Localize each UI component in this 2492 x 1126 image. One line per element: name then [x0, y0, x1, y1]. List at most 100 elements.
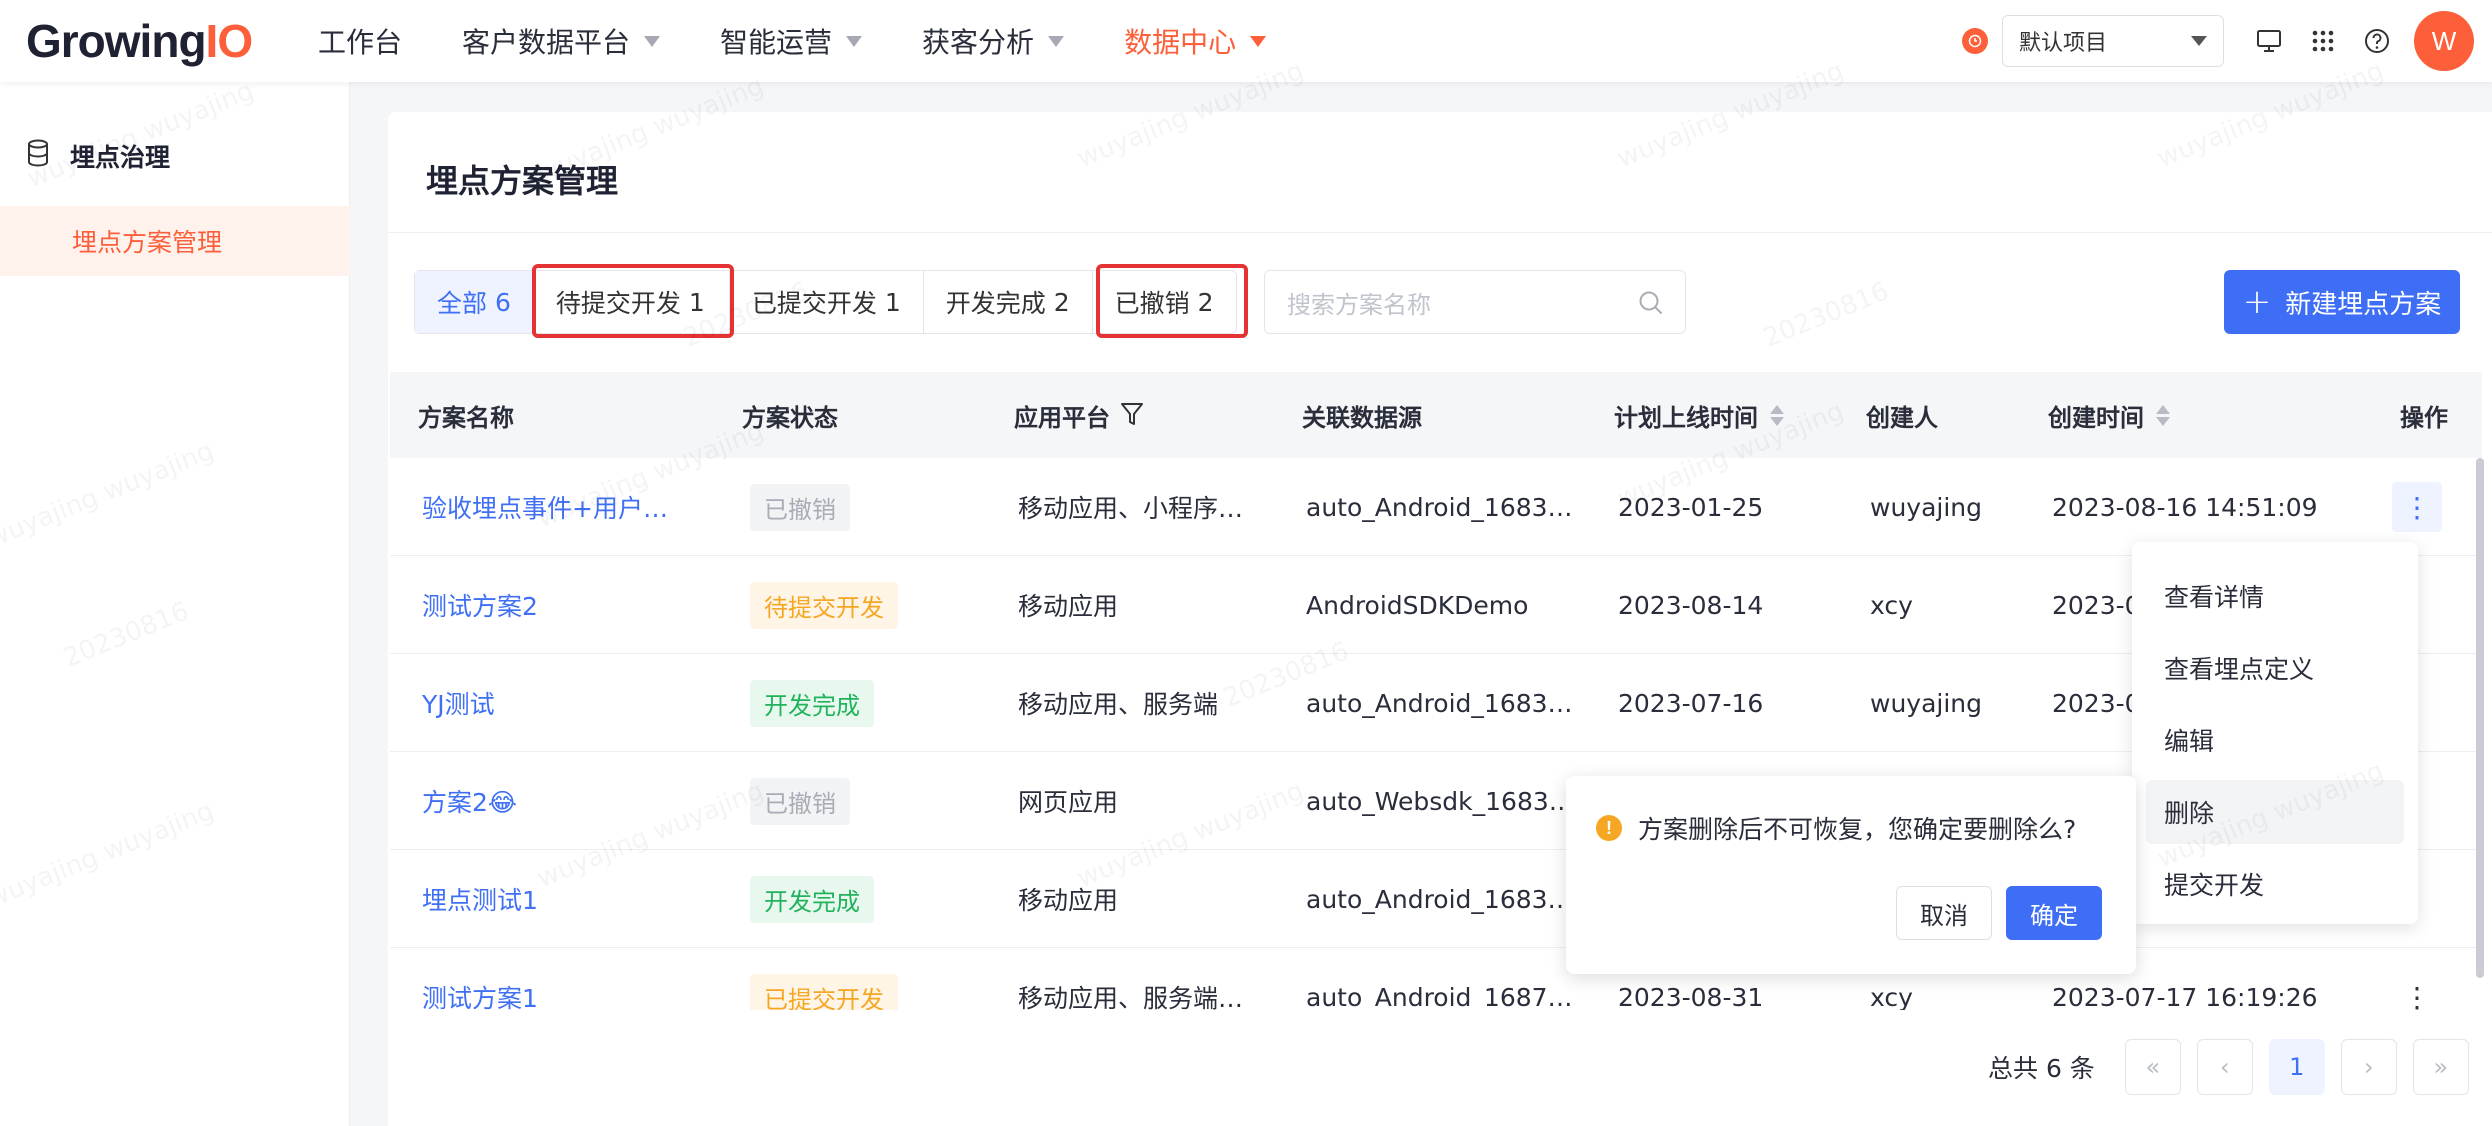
search-input[interactable]: 搜索方案名称 [1264, 270, 1686, 334]
header-tools: 默认项目 W [1962, 0, 2492, 82]
nav-data-center[interactable]: 数据中心 [1124, 0, 1267, 82]
datasource-cell: AndroidSDKDemo [1306, 590, 1529, 620]
tab-count: 1 [884, 287, 901, 317]
caret-down-icon [846, 35, 863, 47]
confirm-message-text: 方案删除后不可恢复，您确定要删除么? [1638, 815, 2077, 844]
project-select[interactable]: 默认项目 [2002, 15, 2224, 67]
plus-icon: + [2242, 282, 2272, 322]
th-datasource: 关联数据源 [1302, 403, 1422, 432]
th-platform[interactable]: 应用平台 [1014, 398, 1144, 433]
tab-all[interactable]: 全部 6 [415, 271, 534, 333]
filter-icon[interactable] [1120, 402, 1144, 428]
search-icon [1637, 289, 1665, 323]
nav-label: 获客分析 [922, 26, 1035, 59]
first-page-icon[interactable]: « [2124, 1039, 2181, 1095]
menu-item-submit-dev[interactable]: 提交开发 [2146, 852, 2404, 916]
nav-operations[interactable]: 智能运营 [720, 0, 863, 82]
plan-name-link[interactable]: YJ测试 [422, 654, 495, 752]
apps-grid-icon[interactable] [2306, 24, 2340, 58]
warning-icon: ! [1596, 815, 1622, 841]
highlight-box [532, 264, 734, 338]
menu-item-view-details[interactable]: 查看详情 [2146, 564, 2404, 628]
cancel-button[interactable]: 取消 [1896, 886, 1992, 940]
menu-item-delete[interactable]: 删除 [2146, 780, 2404, 844]
sort-icon[interactable] [2156, 404, 2170, 426]
page-number[interactable]: 1 [2268, 1039, 2325, 1095]
plan-name-link[interactable]: 埋点测试1 [422, 850, 538, 948]
nav-label: 工作台 [318, 26, 403, 59]
menu-item-view-definitions[interactable]: 查看埋点定义 [2146, 636, 2404, 700]
plan-name-link[interactable]: 测试方案1 [422, 948, 538, 1010]
caret-down-icon [1048, 35, 1065, 47]
tab-label: 开发完成 [945, 289, 1046, 318]
datasource-cell: auto_Websdk_1683… [1306, 786, 1574, 816]
table-scrollbar[interactable] [2476, 458, 2484, 978]
plan-time-cell: 2023-07-16 [1618, 688, 1764, 718]
delete-confirm-popover: ! 方案删除后不可恢复，您确定要删除么? 取消 确定 [1566, 776, 2136, 974]
table-row[interactable]: 测试方案1 已提交开发 移动应用、服务端… auto_Android_1687…… [390, 948, 2482, 1010]
row-actions-menu: 查看详情 查看埋点定义 编辑 删除 提交开发 [2132, 542, 2418, 924]
nav-label: 智能运营 [720, 26, 833, 59]
confirm-message: ! 方案删除后不可恢复，您确定要删除么? [1596, 810, 2076, 846]
top-nav-bar: GrowingIO 工作台 客户数据平台 智能运营 获客分析 数据中心 默认项目… [0, 0, 2492, 82]
tab-count: 6 [494, 287, 511, 317]
plan-name-link[interactable]: 方案2😂 [422, 752, 517, 850]
plan-time-cell: 2023-01-25 [1618, 492, 1764, 522]
monitor-icon[interactable] [2252, 24, 2286, 58]
plan-name-link[interactable]: 验收埋点事件+用户… [422, 458, 668, 556]
highlight-box [1096, 264, 1248, 338]
status-badge: 已撤销 [750, 777, 850, 825]
user-avatar[interactable]: W [2414, 11, 2474, 71]
sort-icon[interactable] [1770, 404, 1784, 426]
nav-cdp[interactable]: 客户数据平台 [462, 0, 661, 82]
datasource-cell: auto_Android_1683… [1306, 492, 1573, 522]
last-page-icon[interactable]: » [2412, 1039, 2469, 1095]
pagination: 总共 6 条 « ‹ 1 › » [1988, 1038, 2485, 1096]
platform-cell: 网页应用 [1018, 788, 1119, 817]
caret-down-icon [2191, 36, 2207, 46]
next-page-icon[interactable]: › [2340, 1039, 2397, 1095]
platform-cell: 移动应用、小程序… [1018, 494, 1244, 523]
sidebar: 埋点治理 埋点方案管理 [0, 82, 350, 1126]
status-badge: 已撤销 [750, 483, 850, 531]
sidebar-group-tracking-governance[interactable]: 埋点治理 [26, 138, 170, 174]
status-badge: 待提交开发 [750, 581, 898, 629]
plan-name-link[interactable]: 测试方案2 [422, 556, 538, 654]
sidebar-item-tracking-plan[interactable]: 埋点方案管理 [0, 206, 350, 276]
nav-label: 数据中心 [1124, 26, 1237, 59]
logo-io-text: IO [205, 15, 254, 67]
new-plan-button[interactable]: + 新建埋点方案 [2224, 270, 2460, 334]
clock-icon[interactable] [1962, 28, 1988, 54]
main-nav: 工作台 客户数据平台 智能运营 获客分析 数据中心 [318, 0, 1326, 82]
datasource-cell: auto_Android_1687… [1306, 982, 1573, 1011]
growingio-logo[interactable]: GrowingIO [26, 14, 254, 68]
platform-cell: 移动应用、服务端 [1018, 690, 1219, 719]
more-actions-icon[interactable]: ⋮ [2392, 972, 2442, 1011]
nav-acquisition[interactable]: 获客分析 [922, 0, 1065, 82]
nav-label: 客户数据平台 [462, 26, 631, 59]
th-created[interactable]: 创建时间 [2048, 398, 2170, 433]
caret-down-icon [644, 35, 661, 47]
creator-cell: wuyajing [1870, 492, 1983, 522]
more-actions-icon[interactable]: ⋮ [2392, 482, 2442, 532]
confirm-button[interactable]: 确定 [2006, 886, 2102, 940]
tab-submitted[interactable]: 已提交开发 1 [730, 271, 924, 333]
platform-cell: 移动应用、服务端… [1018, 984, 1244, 1010]
help-icon[interactable] [2360, 24, 2394, 58]
th-ops: 操作 [2400, 403, 2448, 432]
table-header: 方案名称 方案状态 应用平台 关联数据源 计划上线时间 创建人 创建时间 操作 [390, 372, 2482, 458]
database-icon [26, 139, 50, 173]
created-cell: 2023-0 [2052, 590, 2141, 620]
created-cell: 2023-0 [2052, 688, 2141, 718]
prev-page-icon[interactable]: ‹ [2196, 1039, 2253, 1095]
caret-down-icon [1250, 35, 1267, 47]
new-plan-button-label: 新建埋点方案 [2285, 289, 2442, 320]
nav-workbench[interactable]: 工作台 [318, 0, 402, 82]
status-badge: 已提交开发 [750, 973, 898, 1010]
divider [388, 232, 2492, 233]
th-plan-time[interactable]: 计划上线时间 [1614, 398, 1784, 433]
creator-cell: xcy [1870, 590, 1913, 620]
datasource-cell: auto_Android_1683… [1306, 884, 1573, 914]
tab-dev-complete[interactable]: 开发完成 2 [924, 271, 1093, 333]
menu-item-edit[interactable]: 编辑 [2146, 708, 2404, 772]
